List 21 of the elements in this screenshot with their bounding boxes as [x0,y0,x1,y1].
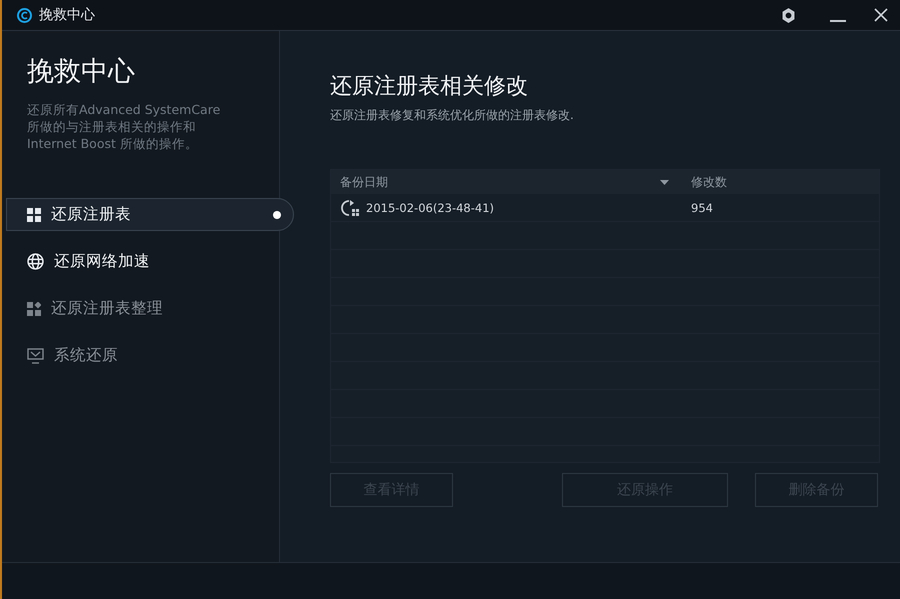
close-icon[interactable] [874,8,888,22]
sidebar-description: 还原所有Advanced SystemCare 所做的与注册表相关的操作和 Internet Boost 所做的操作。 [27,101,222,152]
column-header[interactable]: 修改数 [691,174,727,188]
grid-icon [27,208,41,222]
sidebar-item[interactable]: 还原网络加速 [6,245,294,278]
page-subtitle: 还原注册表修复和系统优化所做的注册表修改. [330,107,575,124]
sidebar-title: 挽救中心 [27,55,136,89]
restore-icon [340,198,360,216]
page-title: 还原注册表相关修改 [330,73,529,101]
sidebar-item[interactable]: 还原注册表 [6,198,294,231]
table-cell: 954 [691,200,713,214]
table-cell: 2015-02-06(23-48-41) [366,200,494,214]
tiles-icon [27,302,41,316]
logo-icon [16,6,33,24]
column-header[interactable]: 备份日期 [340,174,388,190]
monitor-icon [27,348,44,364]
sort-icon[interactable] [660,180,669,184]
selected-dot [273,211,281,219]
settings-icon[interactable] [780,6,797,24]
globe-icon [27,253,44,270]
window-title: 挽救中心 [39,6,96,24]
